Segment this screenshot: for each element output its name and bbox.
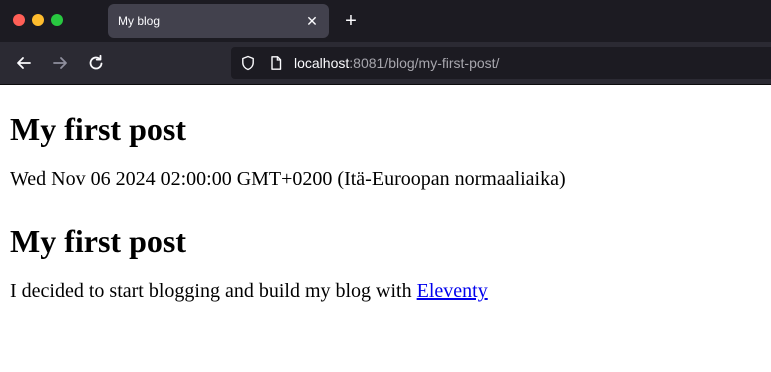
tab-bar: My blog ✕ + [0,0,771,42]
page-icon[interactable] [268,55,284,71]
url-path: :8081/blog/my-first-post/ [349,55,500,71]
minimize-window-button[interactable] [32,14,44,26]
reload-icon[interactable] [86,53,106,73]
close-icon[interactable]: ✕ [305,14,319,28]
back-icon[interactable] [14,53,34,73]
post-body-text: I decided to start blogging and build my… [10,280,417,302]
navigation-bar: localhost:8081/blog/my-first-post/ [0,42,771,85]
post-date: Wed Nov 06 2024 02:00:00 GMT+0200 (Itä-E… [10,168,566,190]
close-window-button[interactable] [13,14,25,26]
shield-icon[interactable] [240,55,256,71]
url-host: localhost [294,55,350,71]
window-controls [13,14,63,26]
forward-icon[interactable] [50,53,70,73]
zoom-window-button[interactable] [51,14,63,26]
url-text[interactable]: localhost:8081/blog/my-first-post/ [294,55,499,71]
browser-chrome: My blog ✕ + localhost:8081/blog/my-first… [0,0,771,85]
plus-icon[interactable]: + [341,11,361,31]
tab-my-blog[interactable]: My blog ✕ [108,4,329,38]
url-bar[interactable]: localhost:8081/blog/my-first-post/ [231,47,771,79]
page-content: My first post Wed Nov 06 2024 02:00:00 G… [0,85,771,303]
eleventy-link[interactable]: Eleventy [417,280,488,302]
content-heading: My first post [10,223,186,259]
post-body: I decided to start blogging and build my… [10,280,761,303]
page-title: My first post [10,111,186,147]
tab-title: My blog [118,14,161,28]
